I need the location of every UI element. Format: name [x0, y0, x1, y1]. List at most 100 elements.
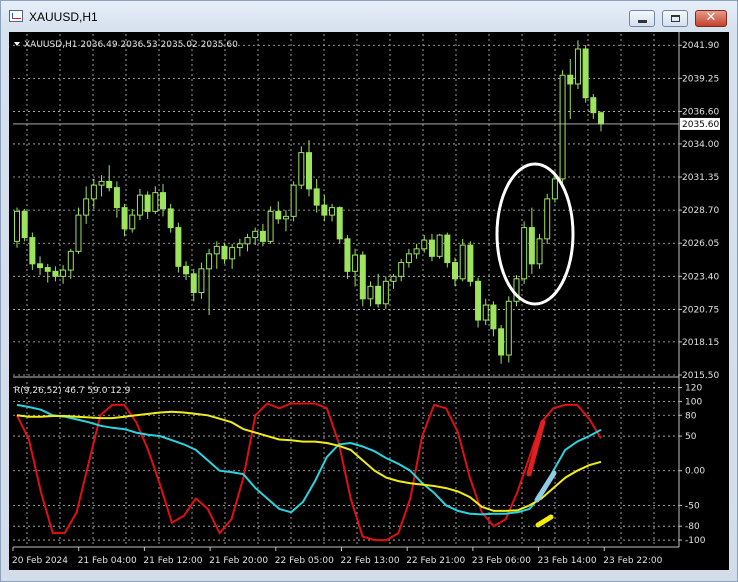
candle-body	[252, 230, 259, 239]
chart-window: XAUUSD,H1 ✕ 2041.90 2039.25 2036.60 2034.00…	[0, 0, 738, 582]
title-bar[interactable]: XAUUSD,H1 ✕	[1, 1, 737, 31]
indicator-tick-label: 120	[685, 384, 702, 394]
time-tick-label: 21 Feb 20:00	[209, 556, 268, 566]
indicator-tick-label: 100	[685, 397, 702, 407]
time-tick-label: 21 Feb 04:00	[78, 556, 137, 566]
price-tick-label: 2026.05	[682, 239, 719, 249]
candle-body	[313, 188, 320, 206]
minimize-icon	[638, 20, 647, 23]
candle-body	[160, 192, 166, 210]
candle-body	[598, 112, 604, 125]
current-price-label: 2035.60	[682, 120, 719, 130]
candle-body	[29, 237, 36, 265]
candle-body	[359, 254, 366, 300]
price-header: XAUUSD,H1 2036.49 2036.53 2035.02 2035.6…	[24, 40, 238, 50]
indicator-tick-label: 80	[685, 411, 697, 421]
candle-body	[136, 194, 143, 216]
candle-body	[167, 208, 174, 229]
minimize-button[interactable]	[629, 10, 655, 27]
indicator-tick-label: 50	[685, 432, 697, 442]
candle-body	[206, 253, 213, 270]
candle-body	[490, 304, 497, 330]
candle-body	[574, 48, 581, 85]
candle-body	[221, 245, 228, 260]
candle-body	[436, 234, 443, 257]
price-tick-label: 2034.00	[682, 140, 719, 150]
time-tick-label: 23 Feb 06:00	[472, 556, 531, 566]
price-tick-label: 2039.25	[682, 74, 719, 84]
price-tick-label: 2015.50	[682, 371, 719, 381]
maximize-icon	[671, 15, 680, 22]
candle-body	[352, 254, 359, 272]
candle-body	[344, 238, 351, 272]
candle-body	[567, 74, 574, 85]
candle-body	[551, 178, 558, 200]
candle-body	[290, 184, 297, 217]
price-tick-label: 2041.90	[682, 41, 719, 51]
time-tick-label: 20 Feb 2024	[12, 556, 68, 566]
candle-body	[198, 268, 205, 294]
candle-body	[90, 184, 97, 200]
maximize-button[interactable]	[662, 10, 688, 27]
close-button[interactable]: ✕	[695, 10, 727, 27]
candle-body	[52, 270, 59, 277]
candle-body	[382, 280, 389, 305]
indicator-header: R(9,26,52) 46.7 59.0 12.9	[14, 386, 131, 396]
candle-body	[21, 210, 28, 239]
candle-body	[398, 262, 405, 277]
candle-body	[390, 275, 397, 282]
window-title: XAUUSD,H1	[29, 10, 98, 24]
chart-area[interactable]: 2041.90 2039.25 2036.60 2034.00 2031.35 2028.…	[9, 32, 729, 570]
candle-body	[106, 180, 113, 189]
candle-body	[475, 280, 482, 321]
candle-body	[190, 273, 197, 294]
candle-body	[60, 269, 67, 277]
candle-body	[306, 152, 312, 190]
candle-body	[521, 227, 528, 280]
candle-body	[144, 194, 151, 212]
candle-body	[298, 152, 305, 186]
candle-body	[244, 237, 251, 245]
chart-window-icon	[9, 10, 23, 22]
candle-body	[375, 285, 382, 305]
candle-body	[236, 243, 243, 249]
candle-body	[536, 238, 543, 265]
price-tick-label: 2036.60	[682, 107, 719, 117]
close-icon: ✕	[705, 10, 717, 25]
candle-body	[14, 210, 20, 242]
time-tick-label: 22 Feb 21:00	[406, 556, 465, 566]
price-tick-label: 2028.70	[682, 206, 719, 216]
price-tick-label: 2031.35	[682, 173, 719, 183]
candle-body	[467, 244, 474, 282]
candle-body	[367, 285, 374, 300]
candle-body	[282, 215, 289, 220]
candle-body	[329, 207, 336, 216]
candle-body	[459, 244, 466, 280]
candle-body	[267, 210, 274, 242]
candle-body	[452, 262, 458, 280]
candle-body	[590, 97, 597, 114]
candle-body	[175, 227, 182, 267]
candle-body	[505, 300, 512, 356]
candle-body	[129, 214, 136, 230]
time-tick-label: 21 Feb 12:00	[143, 556, 202, 566]
time-tick-label: 22 Feb 13:00	[341, 556, 400, 566]
candle-body	[428, 239, 435, 257]
time-tick-label: 23 Feb 22:00	[603, 556, 662, 566]
candle-body	[183, 265, 190, 275]
candle-body	[75, 214, 82, 252]
candle-body	[559, 74, 566, 180]
candle-body	[528, 227, 535, 265]
candle-body	[405, 253, 412, 264]
candle-body	[336, 207, 343, 240]
time-tick-label: 22 Feb 05:00	[275, 556, 334, 566]
candle-body	[259, 230, 266, 242]
price-tick-label: 2020.75	[682, 305, 719, 315]
candle-body	[444, 234, 451, 264]
candle-body	[229, 247, 236, 260]
candle-body	[413, 248, 420, 255]
indicator-tick-label: -50	[685, 501, 700, 511]
price-tick-label: 2018.15	[682, 338, 719, 348]
candle-body	[44, 267, 51, 272]
candle-body	[482, 304, 489, 321]
